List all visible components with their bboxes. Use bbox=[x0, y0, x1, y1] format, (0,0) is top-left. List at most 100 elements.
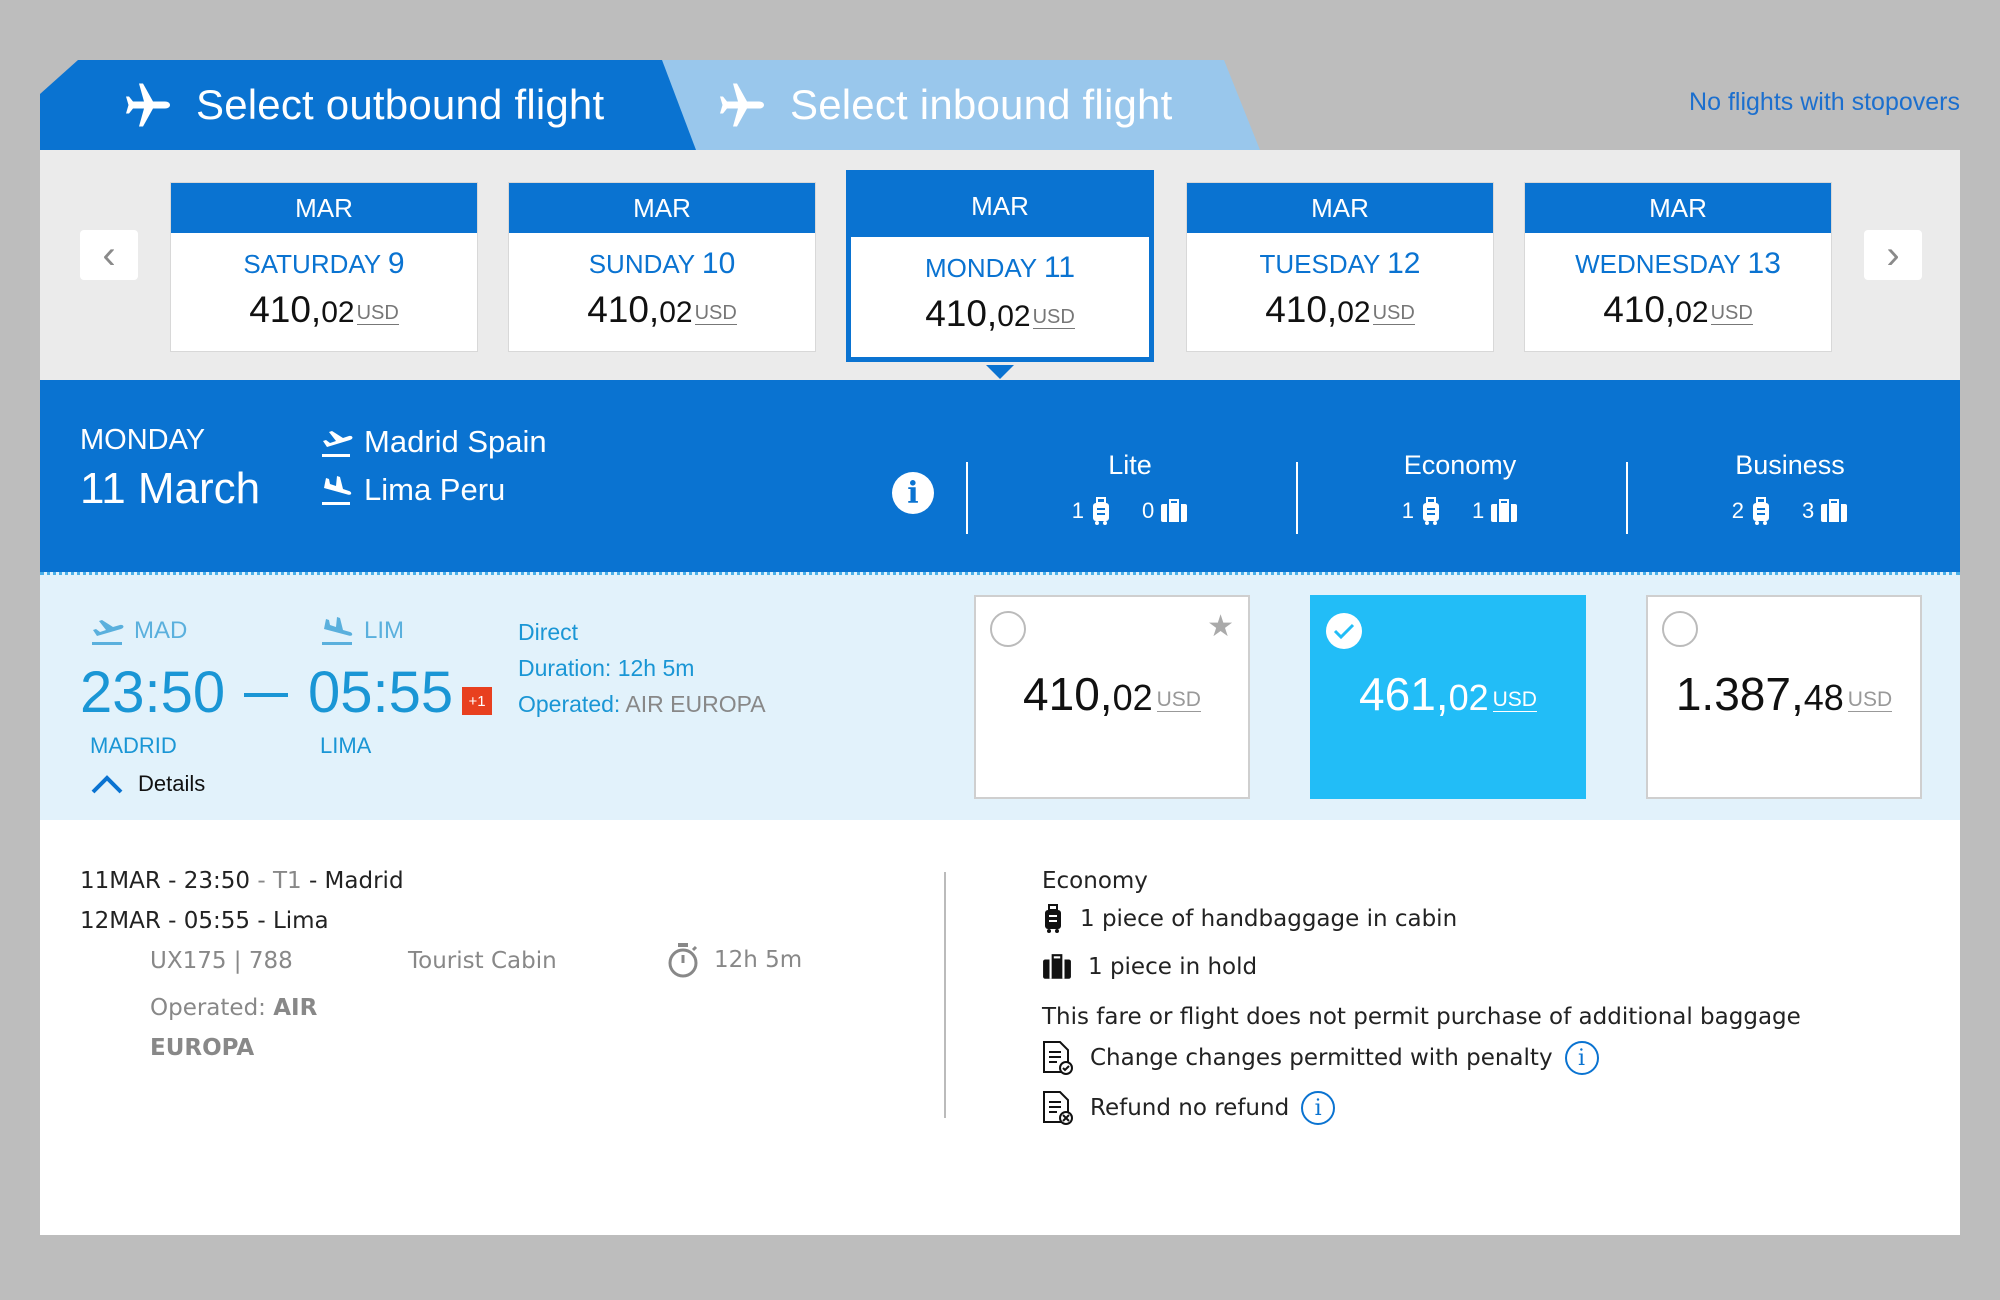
detail-operator: Operated: AIR EUROPA bbox=[150, 988, 350, 1068]
landing-icon bbox=[322, 476, 352, 505]
document-check-icon bbox=[1043, 1041, 1073, 1075]
fare-radio[interactable] bbox=[990, 611, 1026, 647]
flight-type: Direct bbox=[518, 619, 579, 645]
departure-time: 23:50 bbox=[80, 660, 226, 725]
flight-details: 11MAR - 23:50 - T1 - Madrid 12MAR - 05:5… bbox=[40, 820, 1960, 1235]
date-price-decimals: 02 bbox=[321, 296, 355, 329]
handbaggage-text: 1 piece of handbaggage in cabin bbox=[1080, 906, 1458, 932]
detail-duration-value: 12h 5m bbox=[714, 947, 803, 973]
refund-condition: Refund no refund i bbox=[1042, 1090, 1336, 1126]
terminal: T1 bbox=[272, 868, 302, 894]
fare-column-economy: Economy 1 1 bbox=[1296, 450, 1624, 525]
date-price: 410, bbox=[1265, 289, 1338, 330]
departure-datetime: 11MAR - 23:50 bbox=[80, 868, 251, 894]
date-card[interactable]: MAR SUNDAY 10 410,02 USD bbox=[508, 182, 816, 352]
fare-option-lite[interactable]: ★ 410,02 USD bbox=[974, 595, 1250, 799]
operated-label: Operated: bbox=[150, 995, 274, 1021]
details-toggle[interactable]: Details bbox=[90, 771, 205, 797]
info-icon[interactable]: i bbox=[1564, 1041, 1599, 1075]
fare-currency: USD bbox=[1847, 688, 1893, 712]
check-icon[interactable] bbox=[1326, 613, 1362, 649]
departure-detail: 11MAR - 23:50 - T1 - Madrid bbox=[80, 868, 404, 894]
hand-baggage-count: 2 bbox=[1731, 498, 1744, 523]
fare-conditions-title: Economy bbox=[1042, 868, 1148, 894]
date-card[interactable]: MAR TUESDAY 12 410,02 USD bbox=[1186, 182, 1494, 352]
time-separator bbox=[244, 693, 288, 697]
stopwatch-icon bbox=[668, 943, 698, 978]
handbaggage-condition: 1 piece of handbaggage in cabin bbox=[1042, 904, 1457, 934]
summary-dayname: MONDAY bbox=[80, 424, 206, 456]
date-price: 410, bbox=[587, 289, 660, 330]
date-month: MAR bbox=[851, 175, 1149, 237]
no-stopovers-link[interactable]: No flights with stopovers bbox=[1689, 88, 1960, 117]
hand-baggage: 1 bbox=[1402, 497, 1442, 525]
duration-label: Duration: bbox=[518, 655, 612, 681]
fare-currency: USD bbox=[1492, 688, 1537, 712]
summary-date: 11 March bbox=[80, 464, 261, 513]
date-number: 9 bbox=[387, 247, 405, 280]
date-weekday: SATURDAY bbox=[243, 249, 381, 279]
flight-operator: Operated: AIR EUROPA bbox=[518, 691, 766, 718]
landing-icon bbox=[322, 617, 353, 645]
details-label: Details bbox=[138, 771, 206, 796]
divider bbox=[944, 872, 946, 1118]
luggage-icon bbox=[1043, 954, 1071, 979]
hold-baggage-count: 1 bbox=[1472, 498, 1485, 523]
takeoff-icon bbox=[92, 620, 124, 645]
tab-outbound[interactable]: Select outbound flight bbox=[40, 60, 702, 150]
date-weekday: MONDAY bbox=[924, 253, 1037, 283]
route-origin-label: Madrid Spain bbox=[364, 424, 547, 459]
arrival-time: 05:55 bbox=[308, 660, 454, 725]
date-card[interactable]: MAR WEDNESDAY 13 410,02 USD bbox=[1524, 182, 1832, 352]
date-month: MAR bbox=[1187, 183, 1493, 233]
date-number: 12 bbox=[1387, 247, 1421, 280]
takeoff-icon bbox=[322, 431, 353, 457]
date-currency: USD bbox=[694, 302, 737, 325]
tab-outbound-label: Select outbound flight bbox=[196, 81, 605, 128]
fare-price: 1.387, bbox=[1675, 668, 1804, 720]
hold-baggage-count: 0 bbox=[1142, 498, 1155, 523]
refund-text: Refund no refund bbox=[1090, 1095, 1290, 1121]
hand-baggage: 1 bbox=[1072, 497, 1112, 525]
fare-name: Business bbox=[1735, 450, 1845, 480]
date-number: 13 bbox=[1747, 247, 1781, 280]
next-dates-button[interactable]: › bbox=[1864, 230, 1922, 280]
hold-baggage-count: 3 bbox=[1802, 498, 1815, 523]
route-origin: Madrid Spain bbox=[318, 424, 547, 460]
route-destination-label: Lima Peru bbox=[364, 472, 506, 507]
fare-option-business[interactable]: 1.387,48 USD bbox=[1646, 595, 1922, 799]
info-icon[interactable]: i bbox=[1301, 1091, 1336, 1125]
tab-inbound[interactable]: Select inbound flight bbox=[662, 60, 1260, 150]
hand-baggage-count: 1 bbox=[1071, 498, 1084, 523]
date-number: 10 bbox=[701, 247, 736, 280]
hand-baggage-count: 1 bbox=[1401, 498, 1414, 523]
detail-duration: 12h 5m bbox=[666, 942, 802, 978]
hold-condition: 1 piece in hold bbox=[1042, 954, 1257, 980]
hold-text: 1 piece in hold bbox=[1088, 954, 1258, 980]
date-price: 410, bbox=[925, 293, 998, 334]
chevron-left-icon: ‹ bbox=[102, 232, 116, 277]
plane-icon bbox=[712, 77, 768, 133]
departure-code-label: MAD bbox=[134, 617, 188, 644]
operator-value: AIR EUROPA bbox=[625, 691, 766, 717]
tab-inbound-label: Select inbound flight bbox=[790, 81, 1173, 128]
date-month: MAR bbox=[171, 183, 477, 233]
fare-price: 410, bbox=[1023, 668, 1113, 720]
date-weekday: WEDNESDAY bbox=[1575, 249, 1741, 279]
fare-price-decimals: 48 bbox=[1803, 677, 1844, 718]
suitcase-icon bbox=[1045, 904, 1061, 933]
fare-option-economy[interactable]: 461,02 USD bbox=[1310, 595, 1586, 799]
date-card-selected[interactable]: MAR MONDAY 11 410,02 USD bbox=[846, 170, 1154, 379]
date-strip: ‹ MAR SATURDAY 9 410,02 USD MAR SUNDAY 10… bbox=[40, 150, 1960, 380]
info-icon[interactable]: i bbox=[892, 472, 934, 514]
hold-baggage: 0 bbox=[1142, 497, 1188, 525]
arrival-city: LIMA bbox=[320, 733, 372, 758]
flight-duration: Duration: 12h 5m bbox=[518, 655, 694, 682]
date-number: 11 bbox=[1043, 251, 1076, 284]
fare-radio[interactable] bbox=[1662, 611, 1698, 647]
fare-name: Lite bbox=[1108, 450, 1152, 480]
document-cancel-icon bbox=[1043, 1091, 1073, 1125]
date-card[interactable]: MAR SATURDAY 9 410,02 USD bbox=[170, 182, 478, 352]
prev-dates-button[interactable]: ‹ bbox=[80, 230, 138, 280]
suitcase-icon bbox=[1093, 497, 1109, 525]
